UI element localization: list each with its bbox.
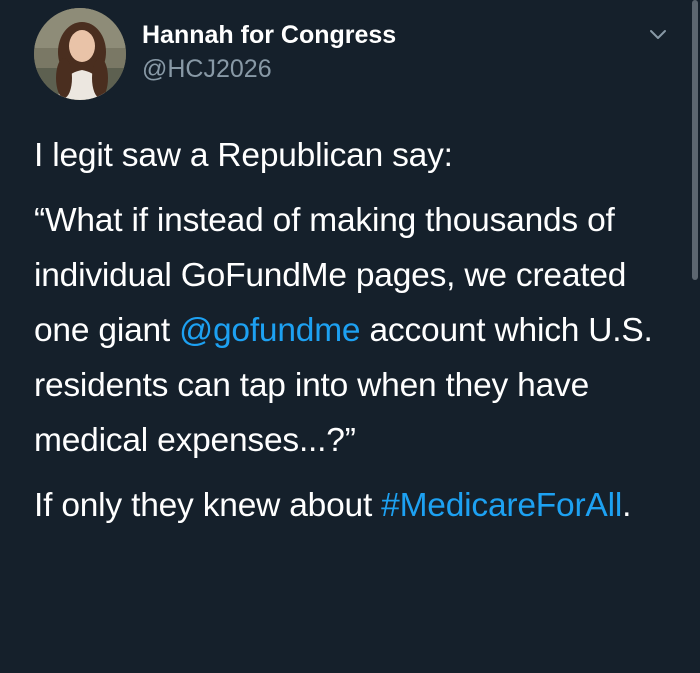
avatar[interactable] bbox=[34, 8, 126, 100]
scrollbar[interactable] bbox=[692, 0, 698, 280]
display-name[interactable]: Hannah for Congress bbox=[142, 20, 396, 50]
tweet-paragraph: I legit saw a Republican say: bbox=[34, 128, 674, 183]
hashtag-link[interactable]: #MedicareForAll bbox=[381, 487, 622, 524]
profile-photo-icon bbox=[34, 8, 126, 100]
tweet-text: I legit saw a Republican say: “What if i… bbox=[34, 128, 674, 533]
tweet: Hannah for Congress @HCJ2026 I legit saw… bbox=[0, 0, 700, 673]
user-handle[interactable]: @HCJ2026 bbox=[142, 54, 272, 84]
tweet-paragraph: If only they knew about #MedicareForAll. bbox=[34, 478, 674, 533]
tweet-text-segment: . bbox=[622, 487, 632, 524]
tweet-text-segment: I legit saw a Republican say: bbox=[34, 137, 453, 174]
tweet-paragraph: “What if instead of making thousands of … bbox=[34, 193, 674, 468]
chevron-down-icon[interactable] bbox=[644, 24, 672, 46]
mention-link[interactable]: @gofundme bbox=[179, 312, 360, 349]
tweet-text-segment: If only they knew about bbox=[34, 487, 382, 524]
